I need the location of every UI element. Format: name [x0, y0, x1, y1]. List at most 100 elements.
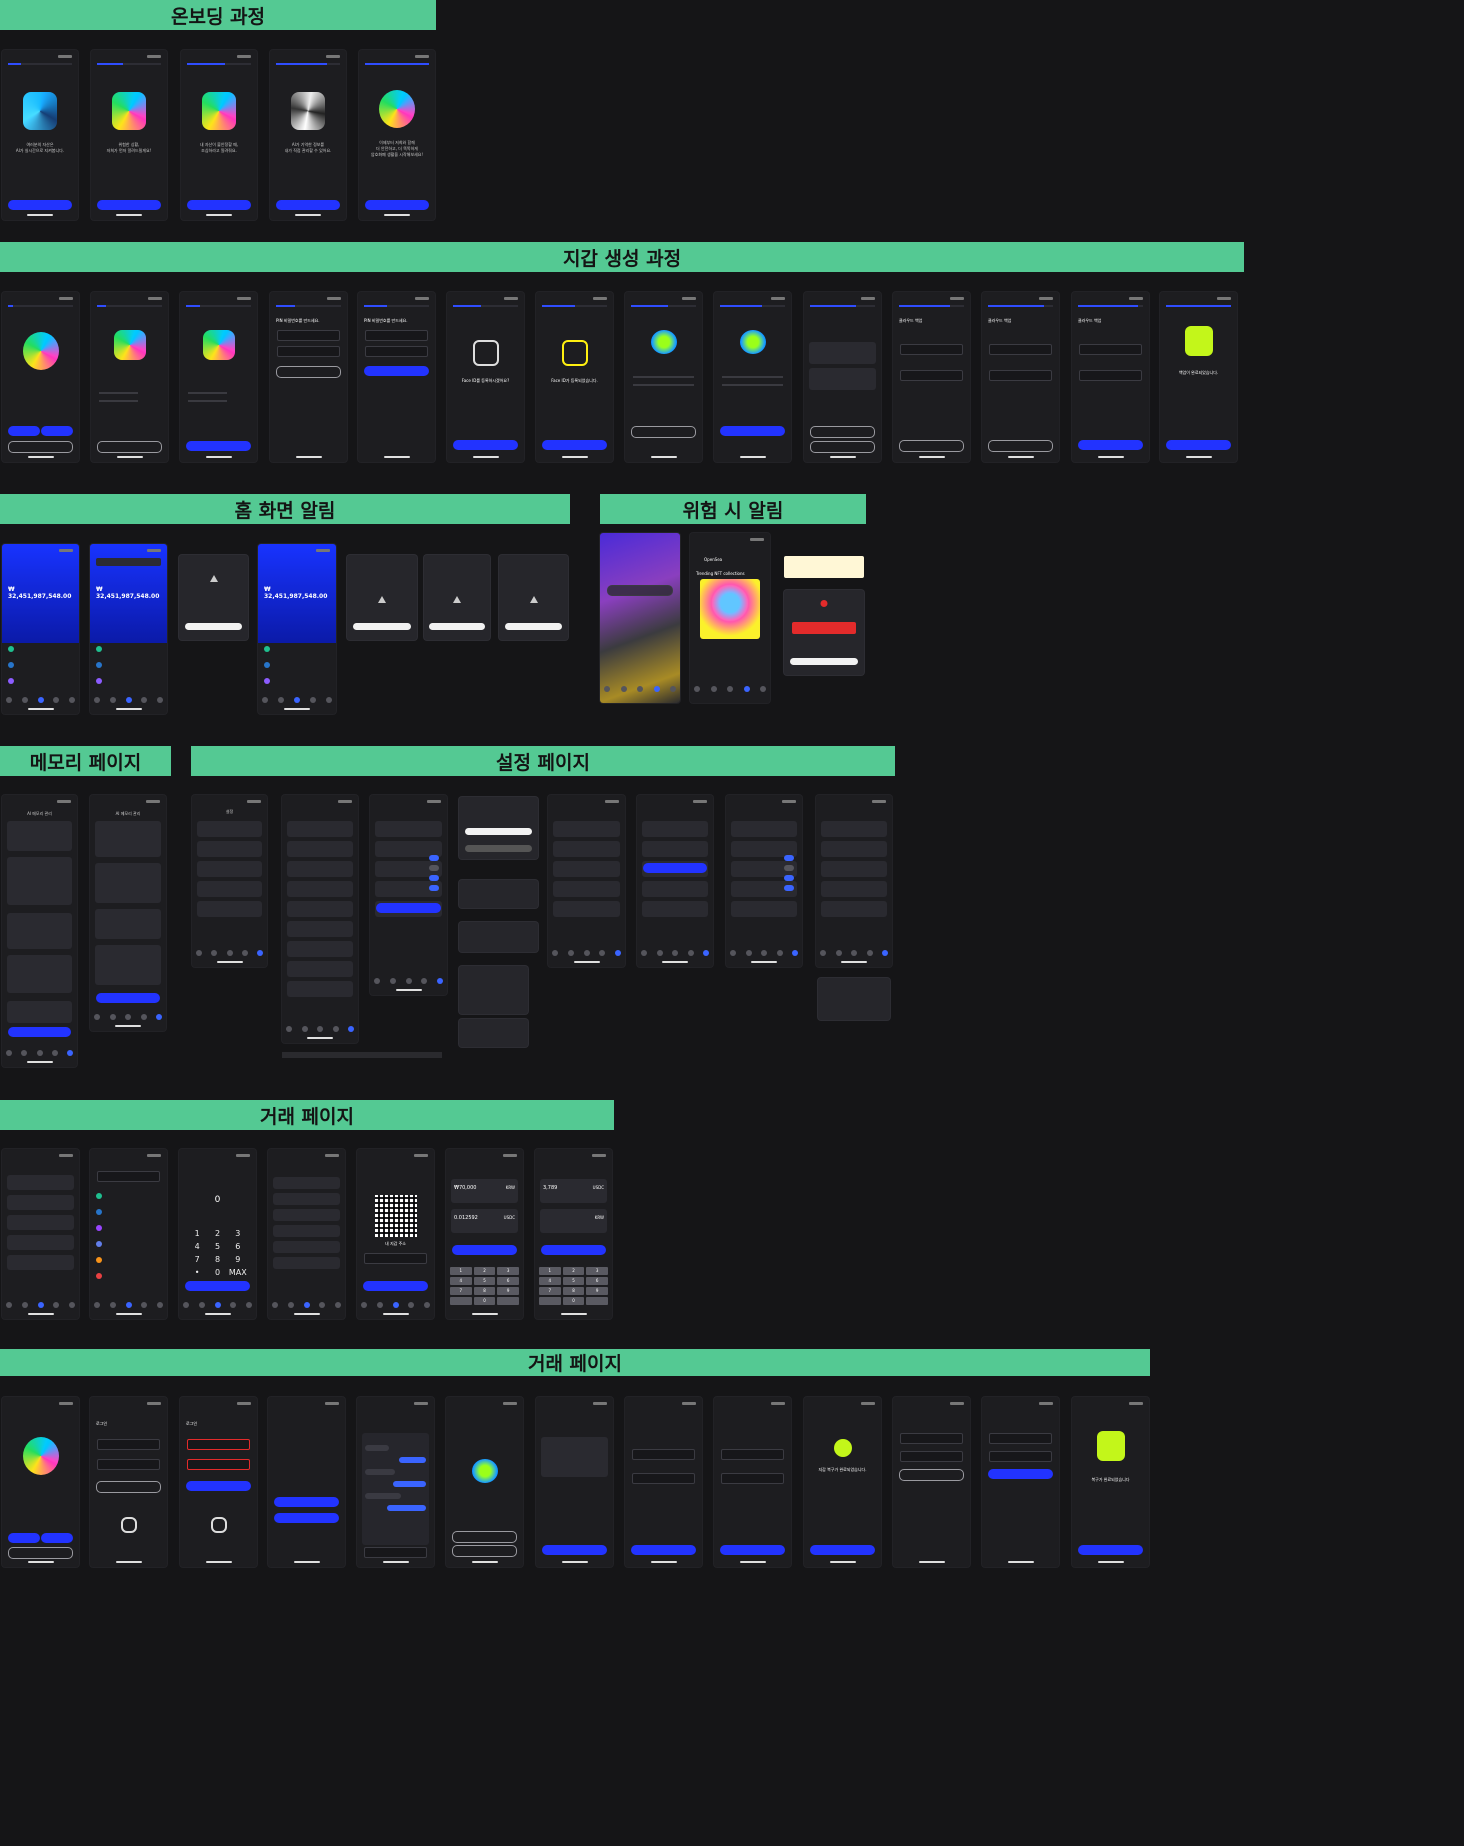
- tab-item[interactable]: [672, 950, 678, 956]
- settings-item[interactable]: [821, 821, 887, 837]
- settings-item[interactable]: [642, 901, 708, 917]
- numpad-key[interactable]: 6: [228, 1242, 248, 1251]
- tab-item[interactable]: [287, 1302, 294, 1308]
- confirm-button[interactable]: [465, 828, 532, 836]
- keypad-key[interactable]: [450, 1297, 472, 1305]
- tab-item[interactable]: [94, 1302, 100, 1308]
- next-button[interactable]: [97, 200, 161, 210]
- settings-item[interactable]: [821, 861, 887, 877]
- tab-item[interactable]: [792, 950, 798, 956]
- backup-password-confirm[interactable]: [632, 1473, 695, 1484]
- tab-item[interactable]: [335, 1302, 341, 1308]
- tab-bar[interactable]: [730, 950, 798, 958]
- email-input[interactable]: [97, 1439, 160, 1450]
- keypad-key[interactable]: 6: [586, 1277, 608, 1285]
- tab-item[interactable]: [776, 950, 783, 956]
- settings-item[interactable]: [287, 861, 353, 877]
- keypad-key[interactable]: 9: [586, 1287, 608, 1295]
- restore-button[interactable]: [542, 1545, 607, 1555]
- tab-item[interactable]: [272, 1302, 278, 1308]
- tab-item[interactable]: [157, 1302, 163, 1308]
- tab-item[interactable]: [421, 978, 428, 984]
- settings-item[interactable]: [821, 901, 887, 917]
- trade-menu-item[interactable]: [7, 1255, 74, 1270]
- keypad-key[interactable]: 5: [473, 1277, 496, 1285]
- continue-button[interactable]: [186, 441, 251, 451]
- settings-item[interactable]: [197, 881, 262, 897]
- tab-bar[interactable]: [94, 1302, 163, 1310]
- tab-item[interactable]: [703, 950, 709, 956]
- numpad-key[interactable]: 8: [207, 1255, 227, 1264]
- tab-item[interactable]: [183, 1302, 189, 1308]
- tab-item[interactable]: [109, 1302, 116, 1308]
- numpad-key[interactable]: 4: [187, 1242, 207, 1251]
- setting-toggle[interactable]: [784, 855, 794, 861]
- password-confirm-input[interactable]: [989, 370, 1052, 381]
- search-input[interactable]: [607, 585, 673, 596]
- email-option[interactable]: [541, 1437, 608, 1477]
- new-wallet-button[interactable]: [274, 1513, 339, 1523]
- settings-item[interactable]: [553, 861, 620, 877]
- keypad-key[interactable]: 8: [473, 1287, 496, 1295]
- tab-item[interactable]: [745, 950, 752, 956]
- tab-bar[interactable]: [820, 950, 888, 958]
- password-input[interactable]: [989, 344, 1052, 355]
- trade-menu-item[interactable]: [7, 1175, 74, 1190]
- setting-toggle[interactable]: [784, 885, 794, 891]
- pin-confirm-input[interactable]: [365, 346, 428, 357]
- keypad-key[interactable]: 0: [473, 1297, 496, 1305]
- tab-item[interactable]: [656, 950, 663, 956]
- settings-item[interactable]: [197, 841, 262, 857]
- tab-item[interactable]: [141, 1302, 148, 1308]
- settings-item[interactable]: [197, 821, 262, 837]
- keypad-key[interactable]: 4: [539, 1277, 561, 1285]
- start-button[interactable]: [365, 200, 429, 210]
- faceid-button[interactable]: [453, 440, 518, 450]
- settings-item[interactable]: [731, 901, 797, 917]
- tab-bar[interactable]: [196, 950, 263, 958]
- settings-item[interactable]: [553, 841, 620, 857]
- confirm-button[interactable]: [276, 366, 341, 378]
- numpad[interactable]: 1 2 3 4 5 6 7 8 9 • 0 MAX: [187, 1229, 248, 1277]
- tab-item[interactable]: [820, 950, 826, 956]
- keypad-key[interactable]: 4: [450, 1277, 472, 1285]
- tab-bar[interactable]: [374, 978, 443, 986]
- tab-item[interactable]: [6, 1302, 12, 1308]
- setting-toggle[interactable]: [784, 865, 794, 871]
- numpad-key[interactable]: 2: [207, 1229, 227, 1238]
- keypad-key[interactable]: 7: [450, 1287, 472, 1295]
- tab-item[interactable]: [866, 950, 873, 956]
- cancel-button[interactable]: [465, 844, 532, 852]
- password-input[interactable]: [900, 344, 963, 355]
- settings-item[interactable]: [287, 921, 353, 937]
- restore-code-button[interactable]: [274, 1497, 339, 1507]
- numpad-key[interactable]: 7: [187, 1255, 207, 1264]
- pin-input[interactable]: [277, 330, 340, 341]
- tab-bar[interactable]: [286, 1026, 354, 1034]
- tab-item[interactable]: [599, 950, 606, 956]
- delete-all-button[interactable]: [8, 1027, 71, 1037]
- settings-item[interactable]: [821, 881, 887, 897]
- keypad-key[interactable]: [586, 1297, 608, 1305]
- keypad-key[interactable]: 7: [539, 1287, 561, 1295]
- keypad-key[interactable]: 0: [562, 1297, 585, 1305]
- keypad-key[interactable]: [497, 1297, 519, 1305]
- save-button[interactable]: [376, 903, 441, 913]
- login-button[interactable]: [186, 1481, 251, 1491]
- confirm-button[interactable]: [185, 1281, 250, 1291]
- settings-item[interactable]: [287, 881, 353, 897]
- numpad-key[interactable]: MAX: [228, 1268, 248, 1277]
- contact-item[interactable]: [273, 1257, 340, 1269]
- next-button[interactable]: [187, 200, 251, 210]
- tab-bar[interactable]: [552, 950, 621, 958]
- go-home-button[interactable]: [1166, 440, 1231, 450]
- tab-item[interactable]: [835, 950, 842, 956]
- tab-item[interactable]: [53, 1302, 60, 1308]
- backup-option-cloud[interactable]: [809, 342, 876, 364]
- tab-item[interactable]: [361, 1302, 367, 1308]
- tab-item[interactable]: [408, 1302, 415, 1308]
- contact-item[interactable]: [273, 1241, 340, 1253]
- create-wallet-button[interactable]: [40, 1533, 73, 1543]
- tab-bar[interactable]: [6, 1302, 75, 1310]
- tab-item[interactable]: [332, 1026, 339, 1032]
